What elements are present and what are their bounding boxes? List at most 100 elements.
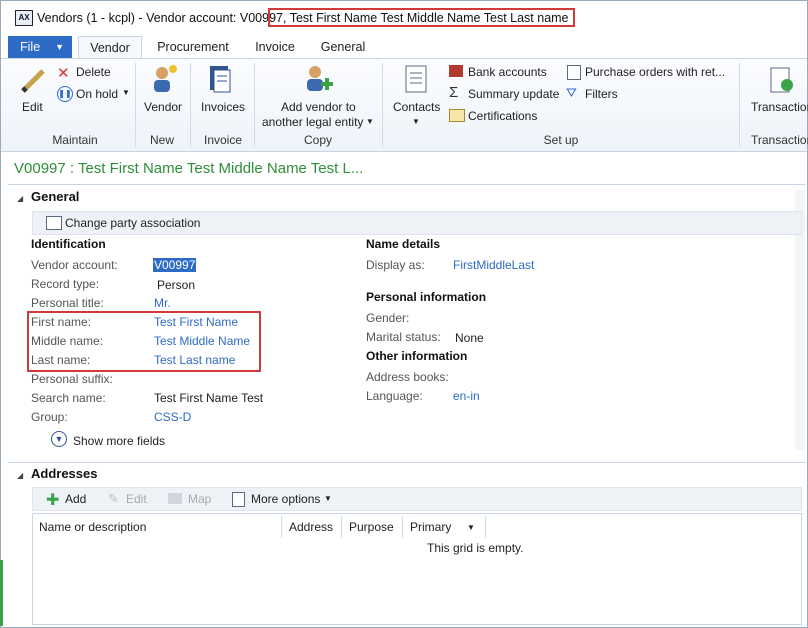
- record-type-value[interactable]: Person: [157, 278, 195, 292]
- name-details-header: Name details: [366, 237, 441, 251]
- display-as-value[interactable]: FirstMiddleLast: [453, 258, 534, 272]
- chevron-down-icon: ▼: [122, 88, 130, 97]
- group-value[interactable]: CSS-D: [154, 410, 191, 424]
- group-divider: [739, 63, 740, 147]
- map-label: Map: [188, 492, 212, 506]
- window-title-text: Vendors (1 - kcpl) - Vendor account: V00…: [37, 11, 287, 25]
- file-tab-label: File: [20, 40, 41, 54]
- chevron-down-icon: ▼: [55, 42, 64, 52]
- chevron-down-circle-icon: ▼: [51, 431, 67, 447]
- group-divider: [382, 63, 383, 147]
- language-label: Language:: [366, 389, 423, 403]
- add-vendor-label-line1: Add vendor to: [281, 100, 356, 114]
- group-divider: [190, 63, 191, 147]
- marital-status-value[interactable]: None: [455, 331, 484, 345]
- document-icon: [232, 492, 245, 507]
- add-vendor-label-line2: another legal entity: [262, 115, 364, 129]
- vendor-person-icon: [154, 65, 177, 92]
- change-party-label: Change party association: [65, 216, 201, 230]
- invoices-label: Invoices: [201, 100, 246, 114]
- grid-empty-message: This grid is empty.: [427, 541, 524, 555]
- filter-icon: ⛛: [566, 85, 577, 100]
- pencil-icon: [21, 69, 45, 93]
- column-header-name[interactable]: Name or description: [39, 520, 146, 534]
- edit-label: Edit: [22, 100, 43, 114]
- column-divider: [281, 516, 282, 538]
- group-label-setup: Set up: [543, 133, 579, 147]
- record-type-label: Record type:: [31, 277, 100, 291]
- edit-label: Edit: [126, 492, 147, 506]
- language-value[interactable]: en-in: [453, 389, 480, 403]
- summary-update-label: Summary update: [468, 87, 560, 101]
- gender-label: Gender:: [366, 311, 410, 325]
- on-hold-label: On hold: [76, 87, 119, 101]
- vendor-account-label: Vendor account:: [31, 258, 118, 272]
- party-icon: [46, 216, 62, 230]
- group-label-new: New: [149, 133, 174, 147]
- group-label-copy: Copy: [303, 133, 332, 147]
- app-icon: AX: [15, 10, 33, 26]
- filters-label: Filters: [585, 87, 618, 101]
- tab-procurement[interactable]: Procurement: [149, 36, 237, 58]
- ribbon-tab-row: File ▼ Vendor Procurement Invoice General: [1, 34, 807, 58]
- fasttab-addresses-header[interactable]: Addresses: [31, 466, 97, 481]
- document-icon: [567, 65, 581, 80]
- collapse-triangle-icon[interactable]: ◢: [17, 194, 23, 203]
- certificate-icon: [449, 109, 465, 122]
- name-fields-highlight-box: [27, 311, 261, 372]
- bank-accounts-label: Bank accounts: [468, 65, 547, 79]
- plus-icon: ✚: [46, 492, 60, 509]
- section-divider: [8, 462, 806, 463]
- tab-vendor[interactable]: Vendor: [78, 36, 142, 58]
- pencil-icon: ✎: [108, 491, 119, 506]
- address-books-label: Address books:: [366, 370, 449, 384]
- identification-header: Identification: [31, 237, 106, 251]
- vendor-account-field[interactable]: V00997: [153, 258, 197, 272]
- column-divider: [485, 516, 486, 538]
- purchase-orders-label: Purchase orders with ret...: [585, 65, 726, 79]
- sigma-icon: Σ: [449, 84, 459, 101]
- delete-label: Delete: [76, 65, 111, 79]
- tab-general[interactable]: General: [313, 36, 373, 58]
- ribbon: Edit ✕ Delete ❚❚ On hold ▼ Maintain Vend…: [1, 58, 808, 152]
- more-options-label: More options: [251, 492, 321, 506]
- addresses-grid: Name or description Address Purpose Prim…: [32, 513, 802, 625]
- marital-status-label: Marital status:: [366, 330, 441, 344]
- fasttab-general-header[interactable]: General: [31, 189, 79, 204]
- personal-suffix-label: Personal suffix:: [31, 372, 113, 386]
- personal-info-header: Personal information: [366, 290, 487, 304]
- personal-title-label: Personal title:: [31, 296, 104, 310]
- pause-icon: ❚❚: [57, 86, 73, 102]
- search-name-label: Search name:: [31, 391, 106, 405]
- add-vendor-icon: [307, 66, 333, 91]
- chevron-down-icon[interactable]: ▼: [467, 523, 475, 532]
- search-name-value[interactable]: Test First Name Test: [154, 391, 263, 405]
- new-vendor-label: Vendor: [144, 100, 183, 114]
- display-as-label: Display as:: [366, 258, 425, 272]
- add-label: Add: [65, 492, 87, 506]
- transactions-label: Transaction: [751, 100, 808, 114]
- left-accent-bar: [0, 560, 3, 626]
- bank-icon: [449, 65, 463, 77]
- column-divider: [402, 516, 403, 538]
- column-header-address[interactable]: Address: [289, 520, 333, 534]
- personal-title-value[interactable]: Mr.: [154, 296, 171, 310]
- show-more-label: Show more fields: [73, 434, 166, 448]
- tab-invoice[interactable]: Invoice: [245, 36, 305, 58]
- vendor-account-value: V00997: [153, 258, 197, 272]
- column-divider: [341, 516, 342, 538]
- certifications-label: Certifications: [468, 109, 538, 123]
- group-divider: [254, 63, 255, 147]
- transactions-icon: [770, 67, 793, 93]
- addresses-toolbar: ✚ Add ✎ Edit Map More options ▼: [32, 487, 802, 511]
- contacts-icon: [405, 65, 427, 93]
- contacts-label: Contacts: [393, 100, 441, 114]
- file-tab[interactable]: File ▼: [8, 36, 72, 58]
- chevron-down-icon: ▼: [366, 117, 374, 126]
- column-header-purpose[interactable]: Purpose: [349, 520, 394, 534]
- collapse-triangle-icon[interactable]: ◢: [17, 471, 23, 480]
- column-header-primary[interactable]: Primary: [410, 520, 451, 534]
- title-highlight-box: [268, 8, 575, 27]
- record-title: V00997 : Test First Name Test Middle Nam…: [14, 160, 364, 177]
- map-icon: [168, 493, 182, 504]
